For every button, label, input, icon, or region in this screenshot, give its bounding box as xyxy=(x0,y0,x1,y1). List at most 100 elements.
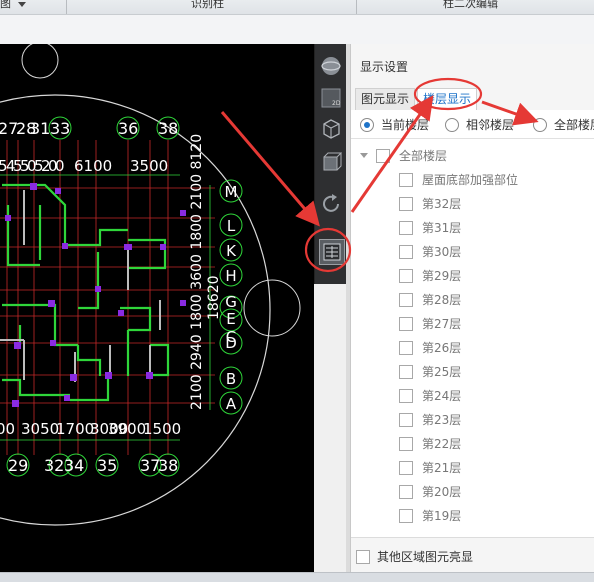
tree-item-roof-reinforced[interactable]: 屋面底部加强部位 xyxy=(399,171,518,188)
checkbox-icon[interactable] xyxy=(399,172,413,187)
checkbox-icon[interactable] xyxy=(399,340,413,355)
svg-text:C: C xyxy=(226,328,236,346)
3d-solid-icon[interactable] xyxy=(319,150,343,174)
green-walls xyxy=(2,183,170,402)
svg-text:3900: 3900 xyxy=(108,420,146,438)
svg-text:18620: 18620 xyxy=(206,275,222,320)
svg-text:31: 31 xyxy=(30,119,50,138)
svg-text:3050: 3050 xyxy=(21,420,59,438)
tree-item-floor[interactable]: 第22层 xyxy=(399,435,461,452)
svg-text:1500: 1500 xyxy=(143,420,181,438)
floor-tree: 全部楼层 屋面底部加强部位 第32层 第31层 第30层 第29层 第28层 第… xyxy=(351,139,594,537)
divider xyxy=(66,0,67,14)
checkbox-icon[interactable] xyxy=(399,508,413,523)
floor-display-icon[interactable] xyxy=(319,239,345,265)
svg-text:K: K xyxy=(226,242,237,260)
tree-root-all-floors[interactable]: 全部楼层 xyxy=(360,147,447,164)
tree-item-floor[interactable]: 第26层 xyxy=(399,339,461,356)
outline-circle-small xyxy=(243,279,301,337)
display-settings-panel: 显示设置 图元显示 楼层显示 当前楼层 相邻楼层 全部楼层 全部楼层 屋面底部加… xyxy=(350,44,594,573)
svg-text:H: H xyxy=(225,267,236,285)
svg-text:E: E xyxy=(226,310,235,328)
svg-text:B: B xyxy=(226,370,236,388)
rotate-icon[interactable] xyxy=(319,192,343,216)
checkbox-icon[interactable] xyxy=(399,412,413,427)
tab-floor-display[interactable]: 楼层显示 xyxy=(417,88,478,111)
svg-text:33: 33 xyxy=(50,119,70,138)
checkbox-icon[interactable] xyxy=(399,484,413,499)
tree-item-floor[interactable]: 第21层 xyxy=(399,459,461,476)
svg-text:2100 2940 1800 3600 1800 2100: 2100 2940 1800 3600 1800 2100 8120 xyxy=(189,134,205,410)
checkbox-icon[interactable] xyxy=(399,292,413,307)
tree-item-floor[interactable]: 第29层 xyxy=(399,267,461,284)
svg-text:G: G xyxy=(225,293,237,311)
svg-text:38: 38 xyxy=(158,119,178,138)
tree-item-floor[interactable]: 第32层 xyxy=(399,195,461,212)
radio-all-floors[interactable]: 全部楼层 xyxy=(533,116,594,133)
radio-icon[interactable] xyxy=(533,117,547,132)
tree-item-floor[interactable]: 第31层 xyxy=(399,219,461,236)
tree-item-floor[interactable]: 第25层 xyxy=(399,363,461,380)
checkbox-icon[interactable] xyxy=(399,388,413,403)
svg-text:1700: 1700 xyxy=(56,420,94,438)
checkbox-icon[interactable] xyxy=(399,436,413,451)
checkbox-icon[interactable] xyxy=(399,316,413,331)
view-toolbar: 2D xyxy=(314,44,347,284)
menu-label-column-secondary-edit[interactable]: 柱二次编辑 xyxy=(443,0,498,11)
svg-text:L: L xyxy=(227,217,236,235)
2d-view-icon[interactable]: 2D xyxy=(319,86,343,110)
checkbox-icon[interactable] xyxy=(399,268,413,283)
tree-item-floor[interactable]: 第28层 xyxy=(399,291,461,308)
tree-item-floor[interactable]: 第20层 xyxy=(399,483,461,500)
checkbox-icon[interactable] xyxy=(376,148,390,163)
tree-item-floor[interactable]: 第24层 xyxy=(399,387,461,404)
menu-label-identify-column[interactable]: 识别柱 xyxy=(191,0,224,11)
dropdown-arrow-icon[interactable] xyxy=(18,2,26,7)
svg-text:32: 32 xyxy=(44,456,64,475)
svg-text:M: M xyxy=(225,183,238,201)
checkbox-icon[interactable] xyxy=(399,460,413,475)
svg-text:00: 00 xyxy=(0,420,15,438)
axis-letter-labels: M L K H G E D C B A xyxy=(225,183,238,413)
svg-text:6100: 6100 xyxy=(74,157,112,175)
divider xyxy=(356,0,357,14)
svg-text:38: 38 xyxy=(158,456,178,475)
3d-box-icon[interactable] xyxy=(319,116,343,140)
svg-text:A: A xyxy=(226,395,237,413)
radio-icon[interactable] xyxy=(445,117,459,132)
collapse-arrow-icon[interactable] xyxy=(360,153,368,158)
vertical-dimension-labels: 2100 2940 1800 3600 1800 2100 8120 18620 xyxy=(189,134,222,410)
checkbox-icon[interactable] xyxy=(356,549,370,564)
highlight-other-areas-checkbox[interactable]: 其他区域图元亮显 xyxy=(356,548,473,565)
tree-item-floor[interactable]: 第19层 xyxy=(399,507,461,524)
svg-text:2D: 2D xyxy=(332,100,341,107)
svg-text:36: 36 xyxy=(118,119,138,138)
tree-item-floor[interactable]: 第27层 xyxy=(399,315,461,332)
floor-scope-radio-group: 当前楼层 相邻楼层 全部楼层 xyxy=(351,110,594,139)
radio-current-floor[interactable]: 当前楼层 xyxy=(360,116,429,133)
checkbox-icon[interactable] xyxy=(399,364,413,379)
tree-item-floor[interactable]: 第23层 xyxy=(399,411,461,428)
svg-text:0: 0 xyxy=(55,157,65,175)
cad-canvas[interactable]: 27 28 31 33 36 38 29 32 34 35 37 38 5 4 … xyxy=(0,44,314,572)
radio-selected-icon[interactable] xyxy=(360,117,374,132)
toolbar-strip xyxy=(0,15,594,45)
column-markers xyxy=(5,183,186,407)
panel-tabs: 图元显示 楼层显示 xyxy=(351,84,594,111)
gray-walls xyxy=(0,190,161,382)
outline-circle-small xyxy=(21,44,59,79)
radio-adjacent-floor[interactable]: 相邻楼层 xyxy=(445,116,514,133)
tree-item-floor[interactable]: 第30层 xyxy=(399,243,461,260)
top-menu-bar: 图 识别柱 柱二次编辑 xyxy=(0,0,594,15)
checkbox-icon[interactable] xyxy=(399,244,413,259)
sphere-view-icon[interactable] xyxy=(319,54,343,78)
checkbox-icon[interactable] xyxy=(399,196,413,211)
panel-title: 显示设置 xyxy=(360,60,409,74)
menu-label-left[interactable]: 图 xyxy=(0,0,11,11)
floor-plan-drawing: 27 28 31 33 36 38 29 32 34 35 37 38 5 4 … xyxy=(0,44,301,526)
svg-text:3500: 3500 xyxy=(130,157,168,175)
svg-text:29: 29 xyxy=(8,456,28,475)
checkbox-icon[interactable] xyxy=(399,220,413,235)
tab-element-display[interactable]: 图元显示 xyxy=(355,88,416,110)
svg-text:34: 34 xyxy=(64,456,84,475)
